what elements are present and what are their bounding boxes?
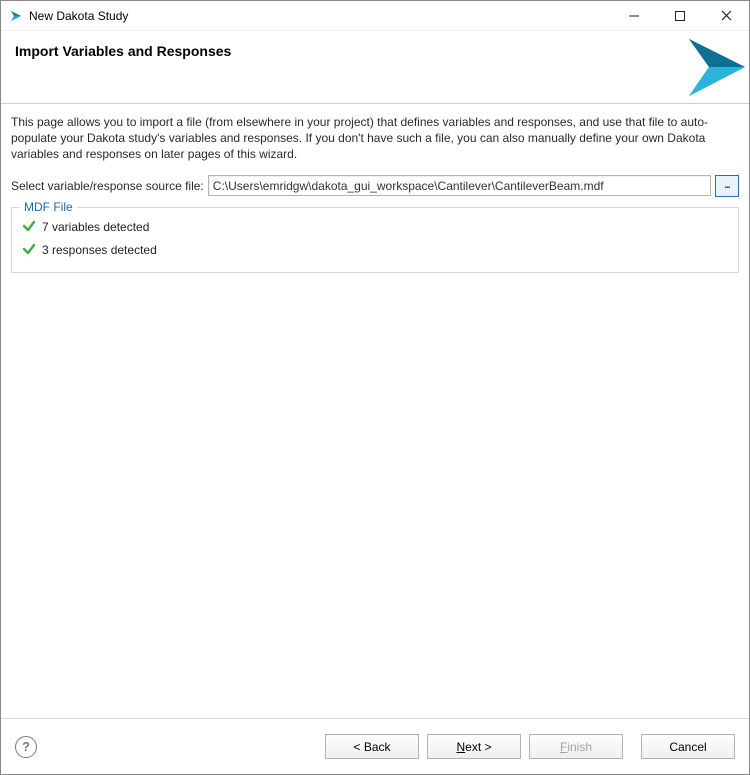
file-selector-row: Select variable/response source file: ..… [11, 175, 739, 197]
wizard-header: Import Variables and Responses [1, 31, 749, 104]
finish-rest: inish [567, 740, 592, 754]
detection-row: 7 variables detected [22, 216, 728, 239]
help-icon[interactable]: ? [15, 736, 37, 758]
title-bar: New Dakota Study [1, 1, 749, 31]
responses-detected-text: 3 responses detected [42, 243, 157, 257]
close-button[interactable] [703, 1, 749, 31]
description-text: This page allows you to import a file (f… [11, 114, 739, 163]
check-icon [22, 242, 36, 259]
wizard-button-bar: ? < Back Next > Finish Cancel [1, 718, 749, 774]
page-title: Import Variables and Responses [15, 43, 735, 59]
back-button[interactable]: < Back [325, 734, 419, 759]
browse-button[interactable]: ... [715, 175, 739, 197]
source-file-input[interactable] [208, 175, 711, 196]
next-mnemonic: N [456, 740, 465, 754]
maximize-button[interactable] [657, 1, 703, 31]
minimize-button[interactable] [611, 1, 657, 31]
app-icon [9, 9, 23, 23]
check-icon [22, 219, 36, 236]
wizard-content: This page allows you to import a file (f… [1, 104, 749, 718]
file-selector-label: Select variable/response source file: [11, 179, 204, 193]
next-rest: ext > [465, 740, 491, 754]
next-button[interactable]: Next > [427, 734, 521, 759]
dakota-logo-icon [659, 31, 749, 104]
detection-row: 3 responses detected [22, 239, 728, 262]
mdf-file-legend: MDF File [20, 200, 77, 214]
finish-button: Finish [529, 734, 623, 759]
window-controls [611, 1, 749, 31]
variables-detected-text: 7 variables detected [42, 220, 149, 234]
cancel-button[interactable]: Cancel [641, 734, 735, 759]
window-title: New Dakota Study [29, 9, 611, 23]
mdf-file-group: MDF File 7 variables detected 3 response… [11, 207, 739, 273]
